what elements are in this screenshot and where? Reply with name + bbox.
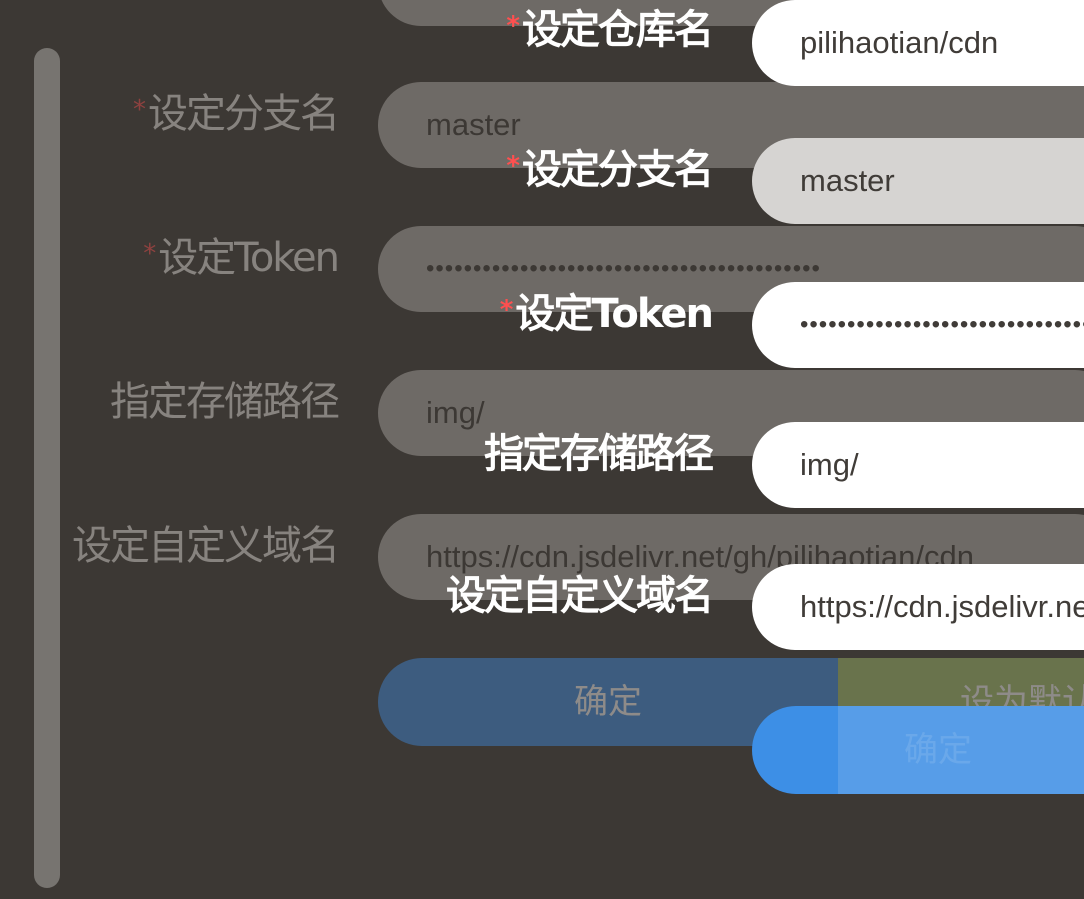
branch-input[interactable]: master xyxy=(752,138,1084,224)
path-input[interactable]: img/ xyxy=(752,422,1084,508)
domain-label: 设定自定义域名 xyxy=(446,573,714,619)
set-default-button-edge[interactable] xyxy=(838,706,1084,794)
domain-input[interactable]: https://cdn.jsdelivr.net/gh/pilihaotian/… xyxy=(752,564,1084,650)
required-mark: * xyxy=(499,295,514,325)
front-form-layer: * 设定仓库名 pilihaotian/cdn * 设定分支名 master * 设定… xyxy=(0,0,1084,899)
token-input[interactable]: •••••••••••••••••••••••••••••••••••••••• xyxy=(752,282,1084,368)
repo-label: * 设定仓库名 xyxy=(506,7,714,53)
path-label: 指定存储路径 xyxy=(484,431,714,477)
token-label: * 设定Token xyxy=(499,291,714,337)
required-mark: * xyxy=(506,11,520,41)
required-mark: * xyxy=(506,151,520,181)
repo-input[interactable]: pilihaotian/cdn xyxy=(752,0,1084,86)
branch-label: * 设定分支名 xyxy=(506,147,714,193)
